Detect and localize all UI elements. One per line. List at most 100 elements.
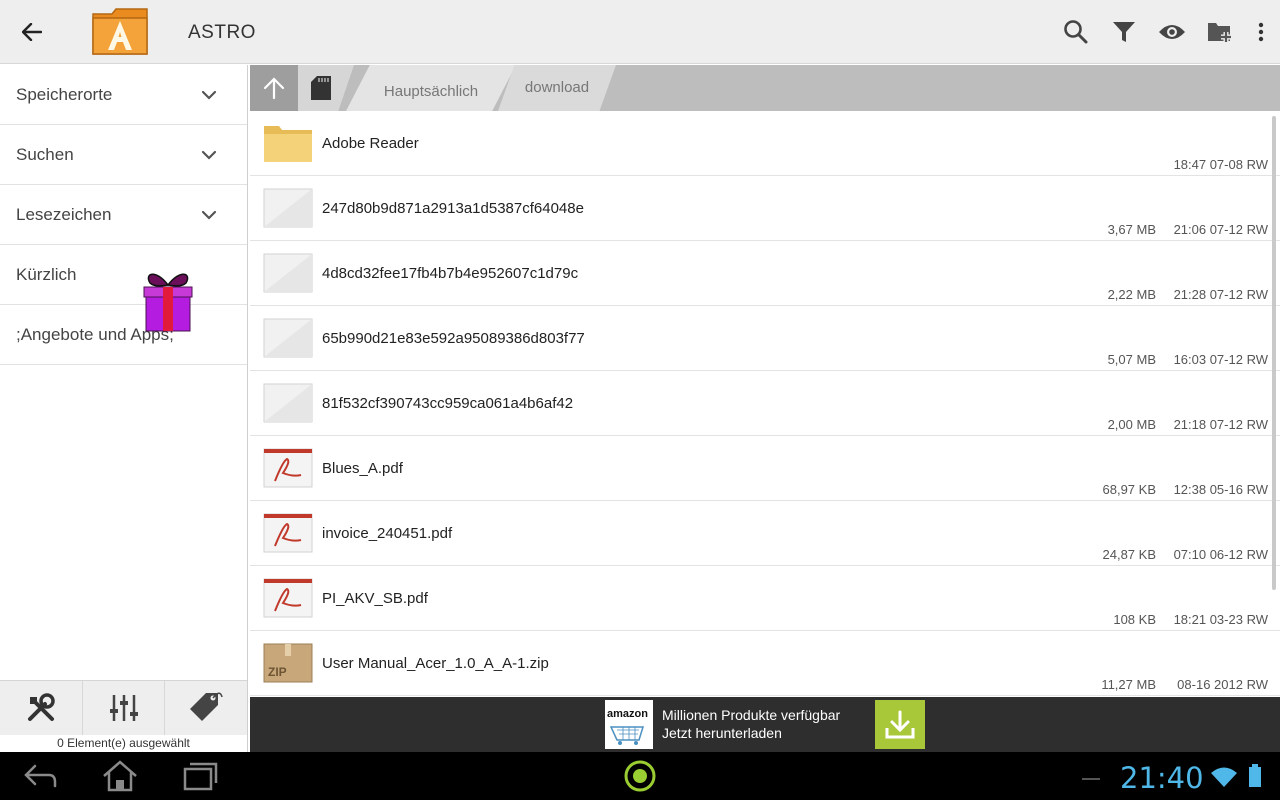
generic-file-icon <box>263 318 313 358</box>
file-size: 2,00 MB <box>1107 417 1156 432</box>
overflow-menu-icon <box>1258 22 1264 42</box>
search-button[interactable] <box>1060 16 1092 48</box>
nav-home-button[interactable] <box>100 760 140 792</box>
file-size: 2,22 MB <box>1107 287 1156 302</box>
file-meta: 21:18 07-12 RW <box>1173 417 1268 432</box>
file-row[interactable]: ZIP User Manual_Acer_1.0_A_A-1.zip 11,27… <box>250 631 1280 696</box>
file-name: 4d8cd32fee17fb4b7b4e952607c1d79c <box>322 265 579 282</box>
pdf-file-icon <box>263 448 313 488</box>
astro-logo-icon <box>90 4 150 58</box>
sidebar-item-label: Speicherorte <box>16 84 113 104</box>
file-name: invoice_240451.pdf <box>322 525 453 542</box>
file-meta: 21:06 07-12 RW <box>1173 222 1268 237</box>
file-meta: 08-16 2012 RW <box>1177 677 1268 692</box>
breadcrumb: Hauptsächlich download <box>250 65 1280 111</box>
chevron-down-icon <box>201 150 217 160</box>
file-row[interactable]: PI_AKV_SB.pdf 108 KB 18:21 03-23 RW <box>250 566 1280 631</box>
file-meta: 21:28 07-12 RW <box>1173 287 1268 302</box>
file-row[interactable]: 65b990d21e83e592a95089386d803f77 5,07 MB… <box>250 306 1280 371</box>
back-button[interactable] <box>14 14 50 50</box>
equalizer-button[interactable] <box>83 681 166 735</box>
status-clock[interactable]: 21:40 <box>1120 761 1204 795</box>
sidebar-item-label: Kürzlich <box>16 264 77 284</box>
filter-icon <box>1113 22 1135 42</box>
folder-icon <box>264 126 312 162</box>
tag-icon <box>190 692 223 721</box>
notification-dash <box>1082 778 1100 780</box>
nav-back-button[interactable] <box>22 760 58 792</box>
file-meta: 16:03 07-12 RW <box>1173 352 1268 367</box>
sidebar-item-label: Lesezeichen <box>16 204 112 224</box>
file-row[interactable]: Adobe Reader 18:47 07-08 RW <box>250 111 1280 176</box>
file-size: 24,87 KB <box>1102 547 1157 562</box>
file-row[interactable]: invoice_240451.pdf 24,87 KB 07:10 06-12 … <box>250 501 1280 566</box>
svg-text:ZIP: ZIP <box>268 665 287 679</box>
shopping-cart-icon <box>609 726 645 745</box>
up-button[interactable] <box>250 65 298 111</box>
overflow-menu-button[interactable] <box>1246 16 1276 48</box>
generic-file-icon <box>263 188 313 228</box>
filter-button[interactable] <box>1108 16 1140 48</box>
gift-icon[interactable] <box>142 265 194 333</box>
ad-download-button[interactable] <box>875 700 925 749</box>
new-folder-button[interactable] <box>1204 16 1236 48</box>
breadcrumb-storage[interactable] <box>298 65 354 111</box>
view-button[interactable] <box>1156 16 1188 48</box>
sidebar-item-speicherorte[interactable]: Speicherorte <box>0 65 247 125</box>
wifi-icon <box>1211 767 1237 787</box>
sidebar-toolbar <box>0 680 247 735</box>
system-navbar: 21:40 <box>0 752 1280 800</box>
breadcrumb-item-hauptsaechlich[interactable]: Hauptsächlich <box>346 65 516 111</box>
nav-recent-apps-button[interactable] <box>180 760 220 792</box>
download-icon <box>885 710 915 738</box>
sidebar-item-lesezeichen[interactable]: Lesezeichen <box>0 185 247 245</box>
ad-subline: Jetzt herunterladen <box>662 725 782 741</box>
zip-file-icon: ZIP <box>263 643 313 683</box>
back-arrow-icon <box>22 23 42 41</box>
ad-brand: amazon <box>607 708 648 720</box>
file-meta: 12:38 05-16 RW <box>1173 482 1268 497</box>
file-size: 5,07 MB <box>1107 352 1156 367</box>
file-name: 65b990d21e83e592a95089386d803f77 <box>322 330 585 347</box>
tag-button[interactable] <box>165 681 247 735</box>
file-row[interactable]: Blues_A.pdf 68,97 KB 12:38 05-16 RW <box>250 436 1280 501</box>
file-size: 68,97 KB <box>1102 482 1157 497</box>
arrow-up-icon <box>263 77 285 100</box>
sidebar-item-label: Suchen <box>16 144 74 164</box>
sidebar-item-angebote[interactable]: ;Angebote und Apps; <box>0 305 247 365</box>
sidebar-item-suchen[interactable]: Suchen <box>0 125 247 185</box>
breadcrumb-item-download[interactable]: download <box>498 65 616 111</box>
sidebar-item-kuerzlich[interactable]: Kürzlich <box>0 245 247 305</box>
tools-icon <box>27 693 55 721</box>
pdf-file-icon <box>263 513 313 553</box>
chevron-down-icon <box>201 210 217 220</box>
action-bar: ASTRO <box>0 0 1280 64</box>
home-icon <box>103 760 137 792</box>
file-list-scrollbar[interactable] <box>1272 116 1276 590</box>
file-name: Blues_A.pdf <box>322 460 403 477</box>
generic-file-icon <box>263 253 313 293</box>
sd-card-icon <box>311 76 331 100</box>
file-name: 81f532cf390743cc959ca061a4b6af42 <box>322 395 574 412</box>
file-name: User Manual_Acer_1.0_A_A-1.zip <box>322 655 549 672</box>
file-meta: 18:21 03-23 RW <box>1173 612 1268 627</box>
file-name: PI_AKV_SB.pdf <box>322 590 428 607</box>
file-meta: 07:10 06-12 RW <box>1173 547 1268 562</box>
recent-apps-icon <box>183 762 218 791</box>
pdf-file-icon <box>263 578 313 618</box>
selection-status: 0 Element(e) ausgewählt <box>0 735 247 752</box>
file-row[interactable]: 81f532cf390743cc959ca061a4b6af42 2,00 MB… <box>250 371 1280 436</box>
file-name: 247d80b9d871a2913a1d5387cf64048e <box>322 200 584 217</box>
tools-button[interactable] <box>0 681 83 735</box>
launcher-ring-icon <box>624 760 656 792</box>
app-launcher-button[interactable] <box>620 760 660 792</box>
file-row[interactable]: 4d8cd32fee17fb4b7b4e952607c1d79c 2,22 MB… <box>250 241 1280 306</box>
chevron-down-icon <box>201 90 217 100</box>
eye-icon <box>1159 25 1185 39</box>
file-row[interactable]: 247d80b9d871a2913a1d5387cf64048e 3,67 MB… <box>250 176 1280 241</box>
generic-file-icon <box>263 383 313 423</box>
ad-banner[interactable]: amazon Millionen Produkte verfügbar Jetz… <box>250 697 1280 752</box>
new-folder-icon <box>1208 23 1231 42</box>
file-size: 11,27 MB <box>1101 677 1156 692</box>
nav-back-icon <box>24 764 57 788</box>
